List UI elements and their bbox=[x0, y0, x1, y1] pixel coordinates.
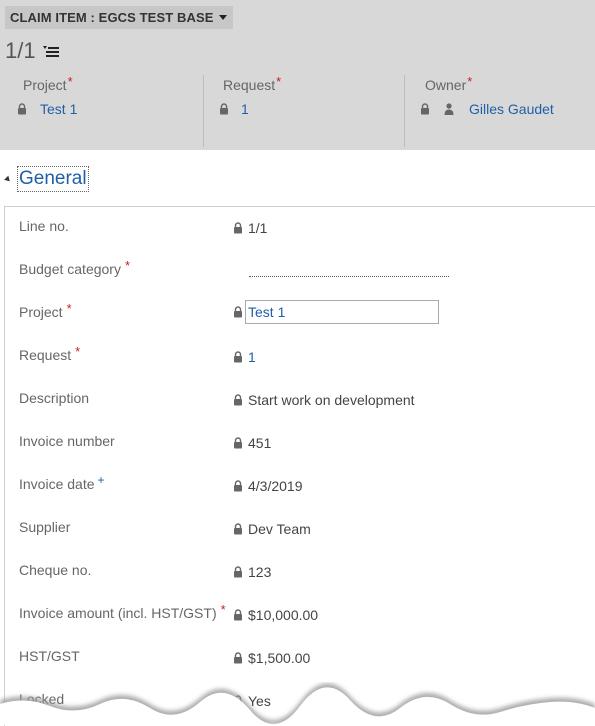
field-label: Invoice date + bbox=[19, 473, 105, 492]
field-label: Description bbox=[19, 390, 90, 406]
field-value: $1,500.00 bbox=[248, 650, 311, 666]
form-row-supplier: Supplier Dev Team bbox=[19, 519, 579, 545]
field-label: Supplier bbox=[19, 519, 71, 535]
form-header: CLAIM ITEM : EGCS TEST BASE 1/1 Project*… bbox=[0, 0, 595, 150]
form-row-line-no: Line no. 1/1 bbox=[19, 218, 579, 244]
lock-icon bbox=[234, 523, 242, 535]
budget-category-input[interactable] bbox=[249, 276, 449, 277]
form-row-project: Project * Test 1 bbox=[19, 300, 579, 330]
field-label: Line no. bbox=[19, 218, 69, 234]
lock-icon bbox=[421, 103, 429, 115]
field-label: Budget category * bbox=[19, 258, 131, 277]
field-label: Project * bbox=[19, 301, 72, 320]
lock-icon bbox=[234, 222, 242, 234]
field-value: 451 bbox=[248, 435, 272, 451]
lock-icon bbox=[18, 103, 26, 115]
entity-selector[interactable]: CLAIM ITEM : EGCS TEST BASE bbox=[5, 6, 234, 29]
form-row-invoice-number: Invoice number 451 bbox=[19, 433, 579, 459]
form-row-request: Request * 1 bbox=[19, 344, 579, 373]
form-row-invoice-date: Invoice date + 4/3/2019 bbox=[19, 473, 579, 502]
form-row-budget-category: Budget category * bbox=[19, 258, 579, 287]
request-link[interactable]: 1 bbox=[248, 349, 256, 365]
field-value: $10,000.00 bbox=[248, 607, 319, 623]
section-title[interactable]: General bbox=[17, 166, 89, 192]
form-row-cheque-no: Cheque no. 123 bbox=[19, 562, 579, 588]
header-field-owner: Owner* Gilles Gaudet bbox=[404, 74, 595, 147]
torn-edge-decoration bbox=[0, 683, 595, 725]
field-value: 123 bbox=[248, 564, 272, 580]
lock-icon bbox=[220, 103, 228, 115]
header-project-link[interactable]: Test 1 bbox=[40, 101, 77, 117]
header-project-label: Project* bbox=[23, 74, 73, 93]
user-icon bbox=[444, 103, 454, 115]
record-list-icon[interactable] bbox=[43, 45, 59, 57]
form-row-hst-gst: HST/GST $1,500.00 bbox=[19, 648, 579, 674]
project-input[interactable]: Test 1 bbox=[245, 300, 439, 324]
lock-icon bbox=[234, 351, 242, 363]
field-label: Invoice amount (incl. HST/GST) * bbox=[19, 602, 226, 621]
lock-icon bbox=[234, 609, 242, 621]
header-owner-link[interactable]: Gilles Gaudet bbox=[469, 101, 554, 117]
entity-title: CLAIM ITEM : EGCS TEST BASE bbox=[10, 10, 214, 25]
header-field-project: Project* Test 1 bbox=[0, 74, 203, 147]
lock-icon bbox=[234, 437, 242, 449]
field-label: Invoice number bbox=[19, 433, 115, 449]
header-request-label: Request* bbox=[223, 74, 282, 93]
field-value: 1/1 bbox=[248, 220, 268, 236]
lock-icon bbox=[234, 652, 242, 664]
header-owner-label: Owner* bbox=[425, 74, 473, 93]
lock-icon bbox=[234, 394, 242, 406]
form-row-description: Description Start work on development bbox=[19, 390, 579, 416]
field-value: Dev Team bbox=[248, 521, 311, 537]
header-field-request: Request* 1 bbox=[203, 74, 404, 147]
record-counter: 1/1 bbox=[5, 38, 36, 63]
field-value: 4/3/2019 bbox=[248, 478, 303, 494]
field-label: Request * bbox=[19, 344, 81, 363]
lock-icon bbox=[234, 566, 242, 578]
header-request-link[interactable]: 1 bbox=[241, 101, 249, 117]
chevron-down-icon bbox=[219, 15, 228, 20]
collapse-triangle-icon bbox=[4, 175, 12, 183]
section-toggle-general[interactable]: General bbox=[4, 166, 89, 192]
form-row-invoice-amount: Invoice amount (incl. HST/GST) * $10,000.… bbox=[19, 602, 579, 631]
lock-icon bbox=[234, 306, 242, 318]
field-value: Start work on development bbox=[248, 392, 415, 408]
general-section: Line no. 1/1 Budget category * Project * T… bbox=[4, 206, 595, 726]
field-label: Cheque no. bbox=[19, 562, 92, 578]
lock-icon bbox=[234, 480, 242, 492]
field-label: HST/GST bbox=[19, 648, 80, 664]
